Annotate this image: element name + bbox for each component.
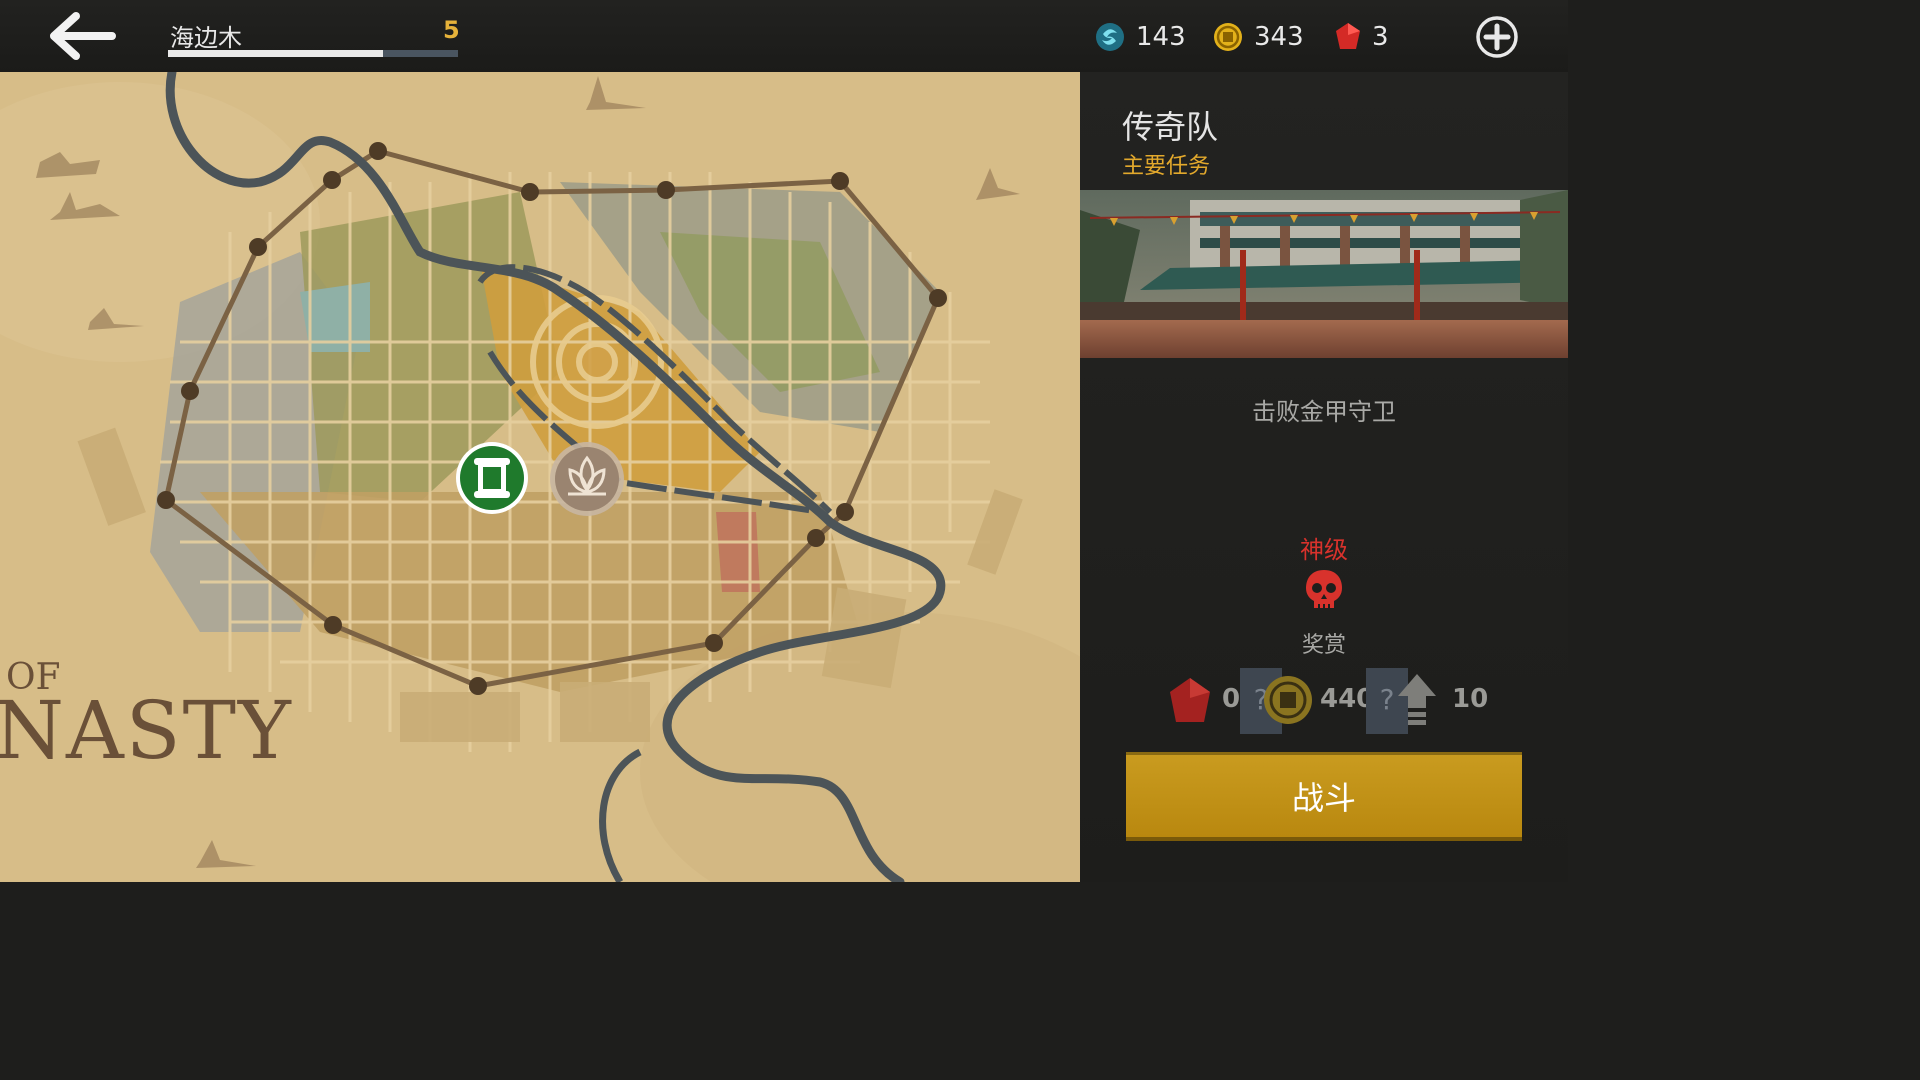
reward-experience: 10 [1396,668,1496,732]
gem-counter: 3 [1334,18,1389,56]
energy-orb-icon [1096,23,1124,51]
arena-illustration [1080,190,1568,358]
experience-arrow-icon [1398,674,1436,725]
rewards-label: 奖赏 [1301,633,1346,658]
mission-title: 传奇队 [1122,108,1219,146]
difficulty-label: 神级 [1300,536,1348,564]
coin-counter: 343 [1212,18,1304,56]
mission-type: 主要任务 [1122,154,1211,179]
ruby-gem-icon [1170,678,1210,722]
ruby-gem-icon [1336,23,1360,49]
back-button[interactable] [46,10,120,62]
scroll-quest-icon [456,442,528,514]
location-level: 5 [443,16,460,44]
locked-lotus-marker[interactable] [548,440,626,518]
energy-counter: 143 [1094,18,1186,56]
fight-button[interactable]: 战斗 [1126,752,1522,841]
mission-objective: 击败金甲守卫 [1252,398,1396,426]
skull-icon [1304,568,1344,612]
reward-experience-value: 10 [1452,684,1489,714]
coin-value: 343 [1254,22,1304,52]
add-currency-button[interactable] [1474,14,1520,60]
city-map[interactable]: OF NASTY [0,72,1080,882]
xp-progress-fill [168,50,383,57]
lotus-icon [550,442,624,516]
energy-value: 143 [1136,22,1186,52]
top-bar: 海边木 5 143 343 3 [0,0,1568,72]
mission-preview-image [1080,190,1568,358]
arrow-left-icon [50,12,116,60]
xp-progress-bar [168,50,458,57]
coin-icon [1264,676,1312,724]
location-name: 海边木 [170,24,242,52]
active-quest-marker[interactable] [454,440,530,516]
coin-icon [1214,23,1242,51]
plus-circle-icon [1476,16,1518,58]
reward-gems-value: 0 [1222,684,1241,714]
map-title-line2: NASTY [0,684,293,777]
gem-value: 3 [1372,22,1389,52]
mission-panel: 传奇队 主要任务 击败金甲守卫 神级 奖赏 0 ? 440 ? 10 战斗 [1080,72,1568,882]
